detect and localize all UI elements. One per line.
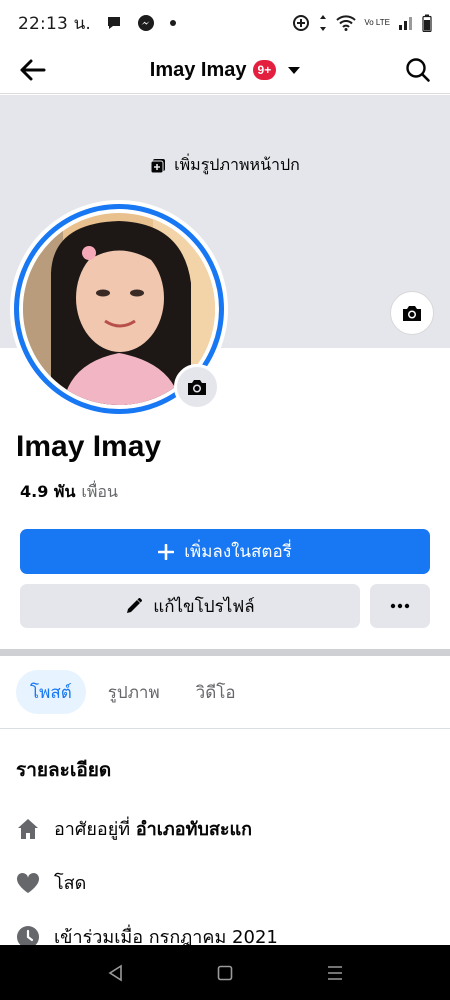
friends-link[interactable]: 4.9 พัน เพื่อน (20, 480, 118, 505)
detail-relationship: โสด (16, 868, 86, 897)
profile-name: Imay Imay (16, 430, 162, 463)
search-icon (406, 58, 430, 82)
nav-recents-button[interactable] (315, 953, 355, 993)
back-button[interactable] (14, 52, 50, 88)
notification-badge: 9+ (252, 60, 277, 80)
top-navigation: Imay Imay 9+ (0, 46, 450, 94)
heart-icon (16, 871, 40, 895)
edit-profile-label: แก้ไขโปรไฟล์ (153, 596, 255, 617)
more-dots-icon (390, 603, 410, 609)
system-navigation-bar (0, 945, 450, 1000)
add-photo-icon (150, 158, 166, 173)
status-time: 22:13 น. (18, 13, 92, 34)
section-divider (0, 649, 450, 656)
signal-icon (398, 15, 414, 31)
chat-bubble-icon (105, 14, 123, 32)
lives-in-place[interactable]: อำเภอทับสะแก (136, 819, 252, 840)
header-title: Imay Imay (149, 58, 247, 81)
relationship-status: โสด (54, 873, 87, 894)
data-saver-icon (292, 14, 310, 32)
chevron-down-icon (288, 66, 301, 74)
profile-switcher[interactable]: Imay Imay 9+ (120, 46, 330, 94)
lives-in-prefix: อาศัยอยู่ที่ (54, 819, 131, 840)
data-arrows-icon (318, 14, 328, 32)
camera-icon (403, 306, 421, 321)
home-icon (16, 817, 40, 841)
notification-dot-icon (169, 19, 177, 27)
tab-photos[interactable]: รูปภาพ (94, 670, 174, 714)
camera-icon (188, 380, 206, 395)
edit-profile-button[interactable]: แก้ไขโปรไฟล์ (20, 584, 360, 628)
plus-icon (158, 543, 175, 560)
volte-icon: Vo LTE (364, 18, 390, 27)
more-options-button[interactable] (370, 584, 430, 628)
battery-icon (422, 14, 432, 32)
search-button[interactable] (400, 52, 436, 88)
add-to-story-label: เพิ่มลงในสตอรี่ (184, 542, 292, 562)
tab-videos[interactable]: วิดีโอ (182, 670, 250, 714)
add-to-story-button[interactable]: เพิ่มลงในสตอรี่ (20, 529, 430, 574)
profile-tabs: โพสต์ รูปภาพ วิดีโอ (16, 670, 250, 714)
tab-posts[interactable]: โพสต์ (16, 670, 86, 714)
back-arrow-icon (20, 59, 46, 81)
avatar-camera-button[interactable] (174, 364, 220, 410)
messenger-icon (137, 14, 155, 32)
back-triangle-icon (108, 964, 122, 981)
friends-count: 4.9 พัน (20, 482, 76, 501)
add-cover-photo-button[interactable]: เพิ่มรูปภาพหน้าปก (0, 153, 450, 178)
add-cover-label: เพิ่มรูปภาพหน้าปก (174, 155, 300, 174)
detail-lives-in: อาศัยอยู่ที่ อำเภอทับสะแก (16, 814, 252, 843)
pencil-icon (127, 598, 143, 613)
menu-lines-icon (328, 965, 342, 980)
tabs-separator (0, 728, 450, 729)
friends-label: เพื่อน (81, 482, 118, 501)
home-square-icon (217, 965, 233, 980)
status-bar: 22:13 น. Vo LTE (0, 0, 450, 46)
nav-home-button[interactable] (205, 953, 245, 993)
cover-camera-button[interactable] (390, 291, 434, 335)
nav-back-button[interactable] (95, 953, 135, 993)
details-title: รายละเอียด (16, 759, 112, 781)
wifi-icon (336, 15, 357, 31)
